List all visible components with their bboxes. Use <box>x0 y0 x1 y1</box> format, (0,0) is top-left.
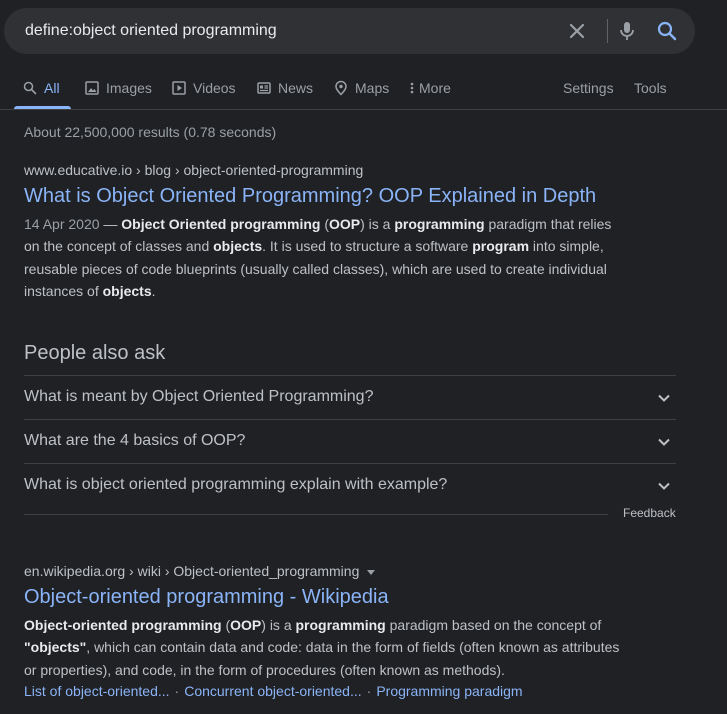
sitelink[interactable]: Programming paradigm <box>376 683 522 699</box>
feedback-link[interactable]: Feedback <box>623 506 676 520</box>
clear-icon[interactable] <box>565 19 589 43</box>
snippet-text: , which can contain data and code: data … <box>86 639 620 656</box>
search-input[interactable]: define:object oriented programming <box>25 22 277 40</box>
snippet-text: . <box>151 283 156 300</box>
snippet-line: 14 Apr 2020 — Object Oriented programmin… <box>24 213 624 235</box>
result-breadcrumb-text: en.wikipedia.org › wiki › Object-oriente… <box>24 563 360 579</box>
tab-label: News <box>278 80 314 96</box>
tab-label: Videos <box>193 80 236 96</box>
snippet-text: ( <box>320 216 329 232</box>
sitelink[interactable]: Concurrent object-oriented... <box>184 683 361 699</box>
snippet-highlight: OOP <box>329 216 361 232</box>
tab-images[interactable]: Images <box>84 78 152 98</box>
tab-more[interactable]: More <box>407 78 451 98</box>
tools-label: Tools <box>634 80 667 96</box>
tab-maps[interactable]: Maps <box>333 78 389 98</box>
chevron-down-icon <box>656 390 672 406</box>
chevron-down-icon <box>656 478 672 494</box>
tab-videos[interactable]: Videos <box>171 78 236 98</box>
search-divider <box>607 19 608 43</box>
paa-question-text: What is meant by Object Oriented Program… <box>24 388 374 405</box>
snippet-text: or properties), and code, in the form of… <box>24 661 505 678</box>
snippet-line: Object-oriented programming (OOP) is a p… <box>24 614 624 636</box>
tab-all[interactable]: All <box>22 78 60 98</box>
snippet-text: . It is used to structure a software <box>262 238 473 255</box>
snippet-line: on the concept of classes and objects. I… <box>24 235 624 257</box>
snippet-line: instances of objects. <box>24 280 624 302</box>
snippet-highlight: Object-oriented programming <box>24 617 222 633</box>
snippet-highlight: "objects" <box>24 639 87 656</box>
search-icon[interactable] <box>655 19 679 43</box>
snippet-line: reusable pieces of code blueprints (usua… <box>24 258 624 280</box>
search-results-page: define:object oriented programming All I… <box>0 0 727 714</box>
snippet-text: reusable pieces of code blueprints (usua… <box>24 260 607 277</box>
result-title-link[interactable]: What is Object Oriented Programming? OOP… <box>24 185 596 208</box>
chevron-down-icon <box>656 434 672 450</box>
tab-label: More <box>419 80 451 96</box>
settings-link[interactable]: Settings <box>563 78 614 98</box>
tools-link[interactable]: Tools <box>634 78 667 98</box>
tab-label: Images <box>106 80 152 96</box>
tab-label: All <box>44 80 60 96</box>
result-title-link[interactable]: Object-oriented programming - Wikipedia <box>24 586 389 609</box>
snippet-highlight: programming <box>394 216 485 232</box>
paa-question-text: What are the 4 basics of OOP? <box>24 432 246 449</box>
map-pin-icon <box>333 80 349 96</box>
snippet-text: into simple, <box>529 238 604 255</box>
more-vert-icon <box>407 80 417 96</box>
tab-news[interactable]: News <box>256 78 313 98</box>
snippet-text: paradigm based on the concept of <box>385 617 602 633</box>
search-box[interactable]: define:object oriented programming <box>4 8 695 54</box>
search-icon <box>22 80 38 96</box>
result-stats: About 22,500,000 results (0.78 seconds) <box>24 124 277 140</box>
snippet-text: ) is a <box>261 617 296 633</box>
snippet-text: ) is a <box>360 216 395 232</box>
paa-divider <box>24 514 608 515</box>
result-snippet: 14 Apr 2020 — Object Oriented programmin… <box>24 213 624 303</box>
search-tabs: All Images Videos News Maps More Setting… <box>0 66 727 110</box>
result-sitelinks: List of object-oriented... · Concurrent ob… <box>24 683 523 699</box>
snippet-text: instances of <box>24 283 103 300</box>
snippet-text: paradigm that relies <box>484 216 612 232</box>
microphone-icon[interactable] <box>615 19 639 43</box>
video-icon <box>171 80 187 96</box>
snippet-line: "objects", which can contain data and co… <box>24 636 624 658</box>
sitelink-separator: · <box>366 683 372 699</box>
snippet-highlight: objects <box>213 238 263 255</box>
paa-question[interactable]: What are the 4 basics of OOP? <box>24 419 676 464</box>
result-snippet: Object-oriented programming (OOP) is a p… <box>24 614 624 681</box>
settings-label: Settings <box>563 80 614 96</box>
paa-question[interactable]: What is object oriented programming expl… <box>24 463 676 508</box>
snippet-text: ( <box>221 617 231 633</box>
result-breadcrumb[interactable]: en.wikipedia.org › wiki › Object-oriente… <box>24 563 376 579</box>
sitelink[interactable]: List of object-oriented... <box>24 683 170 699</box>
snippet-highlight: program <box>472 238 530 255</box>
people-also-ask-heading: People also ask <box>24 342 166 364</box>
news-icon <box>256 80 272 96</box>
tabs-divider <box>0 109 727 110</box>
caret-down-icon[interactable] <box>367 569 376 575</box>
snippet-highlight: objects <box>102 283 152 300</box>
snippet-line: or properties), and code, in the form of… <box>24 659 624 681</box>
paa-question-text: What is object oriented programming expl… <box>24 476 448 493</box>
result-date: 14 Apr 2020 <box>24 216 100 232</box>
snippet-text: — <box>99 216 122 232</box>
snippet-text: on the concept of classes and <box>24 238 214 255</box>
image-icon <box>84 80 100 96</box>
paa-question[interactable]: What is meant by Object Oriented Program… <box>24 375 676 420</box>
snippet-highlight: OOP <box>230 617 262 633</box>
result-breadcrumb[interactable]: www.educative.io › blog › object-oriente… <box>24 162 363 178</box>
snippet-highlight: programming <box>295 617 386 633</box>
snippet-highlight: Object Oriented programming <box>121 216 321 232</box>
sitelink-separator: · <box>174 683 180 699</box>
tab-label: Maps <box>355 80 390 96</box>
